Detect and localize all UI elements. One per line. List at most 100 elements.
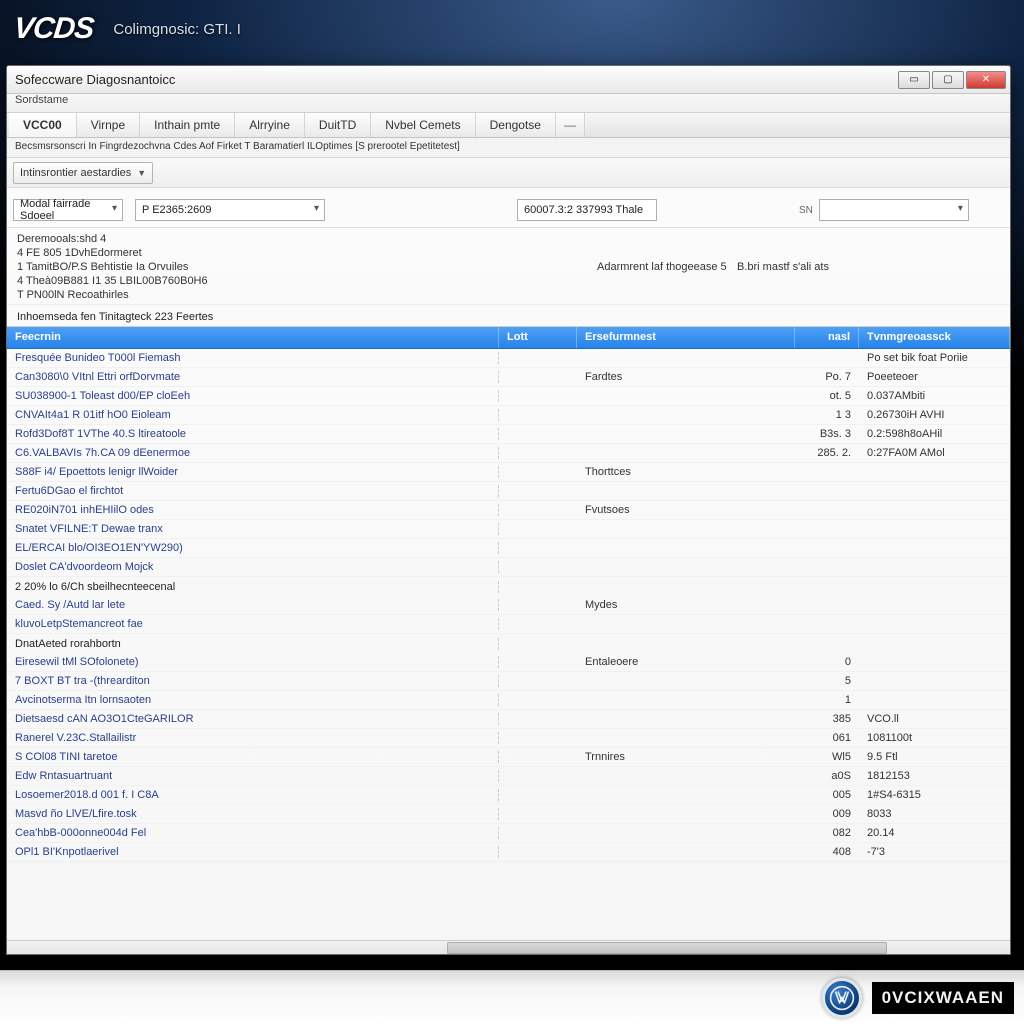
tab-duittd[interactable]: DuitTD — [305, 113, 371, 137]
cell-time: 1#S4-6315 — [859, 789, 1010, 801]
options-dropdown[interactable]: Intinsrontier aestardies ▼ — [13, 162, 153, 184]
cell-val: 005 — [795, 789, 859, 801]
table-row[interactable]: S88F i4/ Epoettots lenigr llWoiderThortt… — [7, 463, 1010, 482]
cell-name: Doslet CA'dvoordeom Mojck — [7, 561, 499, 573]
sn-field[interactable] — [819, 199, 969, 221]
table-row[interactable]: CNVAIt4a1 R 01itf hO0 Eioleam1 30.26730i… — [7, 406, 1010, 425]
tab-overflow[interactable]: — — [556, 113, 585, 137]
object-field[interactable]: 60007.3:2 337993 Thale — [517, 199, 657, 221]
cell-name: SU038900-1 Toleast d00/EP cloEeh — [7, 390, 499, 402]
table-row[interactable]: Losoemer2018.d 001 f. I C8A 0051#S4-6315 — [7, 786, 1010, 805]
table-row[interactable]: Eiresewil tMl SOfolonete) Entaleoere0 — [7, 653, 1010, 672]
table-row[interactable]: 7 BOXT BT tra -(threarditon5 — [7, 672, 1010, 691]
table-row[interactable]: Doslet CA'dvoordeom Mojck — [7, 558, 1010, 577]
cell-val: 0 — [795, 656, 859, 668]
table-row[interactable]: OPl1 BI'Knpotlaerivel408-7'3 — [7, 843, 1010, 862]
cell-name: kluvoLetpStemancreot fae — [7, 618, 499, 630]
code-field-value: P E2365:2609 — [142, 204, 212, 216]
cell-name: Avcinotserma Itn lornsaoten — [7, 694, 499, 706]
cell-desc: Entaleoere — [577, 656, 795, 668]
horizontal-scrollbar[interactable] — [7, 940, 1010, 954]
code-field[interactable]: P E2365:2609 — [135, 199, 325, 221]
cell-name: EL/ERCAI blo/OI3EO1EN'YW290) — [7, 542, 499, 554]
info-line-2: 1 TamitBO/P.S Behtistie Ia Orvuiles — [17, 261, 597, 273]
table-row[interactable]: Rofd3Dof8T 1VThe 40.S ltireatooleB3s. 30… — [7, 425, 1010, 444]
window-close-button[interactable]: ✕ — [966, 71, 1006, 89]
cell-name: Masvd ño LlVE/Lfire.tosk — [7, 808, 499, 820]
module-select[interactable]: Modal fairrade Sdoeel — [13, 199, 123, 221]
cell-name: Cea'hbB-000onne004d Fel — [7, 827, 499, 839]
table-row[interactable]: Masvd ño LlVE/Lfire.tosk 0098033 — [7, 805, 1010, 824]
cell-desc: Trnnires — [577, 751, 795, 763]
table-row[interactable]: Snatet VFILNE:T Dewae tranx — [7, 520, 1010, 539]
table-header: Feecrnin Lott Ersefurmnest nasl Tvnmgreo… — [7, 327, 1010, 349]
cell-val: 009 — [795, 808, 859, 820]
cell-val: 061 — [795, 732, 859, 744]
window-subtitle: Sordstame — [7, 94, 1010, 112]
table-row[interactable]: Can3080\0 VItnl Ettri orfDorvmate Fardtes… — [7, 368, 1010, 387]
table-body: Fresquée Bunideo T000l FiemashPo set bik… — [7, 349, 1010, 940]
cell-name: Eiresewil tMl SOfolonete) — [7, 656, 499, 668]
tab-virnpe[interactable]: Virnpe — [77, 113, 140, 137]
cell-name: Caed. Sy /Autd lar lete — [7, 599, 499, 611]
table-row[interactable]: kluvoLetpStemancreot fae — [7, 615, 1010, 634]
footer: 0VCIXWAAEN — [0, 970, 1024, 1024]
cell-time: VCO.ll — [859, 713, 1010, 725]
table-row[interactable]: Caed. Sy /Autd lar leteMydes — [7, 596, 1010, 615]
module-select-label: Modal fairrade Sdoeel — [20, 198, 102, 222]
tab-inthain[interactable]: Inthain pmte — [140, 113, 235, 137]
app-subtitle: Colimgnosic: GTI. I — [113, 21, 241, 38]
window-maximize-button[interactable]: ▢ — [932, 71, 964, 89]
cell-name: Edw Rntasuartruant — [7, 770, 499, 782]
app-logo: VCDS — [12, 12, 95, 46]
table-row[interactable]: C6.VALBAVIs 7h.CA 09 dEenermoe285. 2.0:2… — [7, 444, 1010, 463]
table-row[interactable]: Ranerel V.23C.Stallailistr 0611081100t — [7, 729, 1010, 748]
cell-val: 285. 2. — [795, 447, 859, 459]
info-line-2-mid: Adarmrent laf thogeease 5 — [597, 261, 737, 273]
toolbar: Intinsrontier aestardies ▼ — [7, 158, 1010, 188]
table-row[interactable]: Cea'hbB-000onne004d Fel08220.14 — [7, 824, 1010, 843]
cell-time: 0.2:598h8oAHil — [859, 428, 1010, 440]
table-row[interactable]: EL/ERCAI blo/OI3EO1EN'YW290) — [7, 539, 1010, 558]
col-desc[interactable]: Ersefurmnest — [577, 327, 795, 348]
cell-name: C6.VALBAVIs 7h.CA 09 dEenermoe — [7, 447, 499, 459]
scrollbar-thumb[interactable] — [447, 942, 887, 954]
cell-name: S COl08 TINI taretoe — [7, 751, 499, 763]
table-row[interactable]: Edw Rntasuartruanta0S1812153 — [7, 767, 1010, 786]
col-time[interactable]: Tvnmgreoassck — [859, 327, 1010, 348]
tab-nvbel[interactable]: Nvbel Cemets — [371, 113, 475, 137]
table-row[interactable]: SU038900-1 Toleast d00/EP cloEehot. 50.0… — [7, 387, 1010, 406]
vw-logo-icon — [822, 978, 862, 1018]
cell-time: 1081100t — [859, 732, 1010, 744]
table-row[interactable]: Fertu6DGao el firchtot — [7, 482, 1010, 501]
table-row[interactable]: Dietsaesd cAN AO3O1CteGARILOR385VCO.ll — [7, 710, 1010, 729]
col-val[interactable]: nasl — [795, 327, 859, 348]
cell-name: Dietsaesd cAN AO3O1CteGARILOR — [7, 713, 499, 725]
table-row[interactable]: Fresquée Bunideo T000l FiemashPo set bik… — [7, 349, 1010, 368]
cell-time: 20.14 — [859, 827, 1010, 839]
cell-name: Ranerel V.23C.Stallailistr — [7, 732, 499, 744]
tab-alrryine[interactable]: Alrryine — [235, 113, 305, 137]
table-row[interactable]: DnatAeted rorahbortn — [7, 634, 1010, 653]
info-block: Deremooals:shd 4 4 FE 805 1DvhEdormeret … — [7, 228, 1010, 305]
breadcrumb: Becsmsrsonscri In Fingrdezochvna Cdes Ao… — [7, 138, 1010, 158]
cell-name: 7 BOXT BT tra -(threarditon — [7, 675, 499, 687]
col-name[interactable]: Feecrnin — [7, 327, 499, 348]
main-window: Sofeccware Diagosnantoicc ▭ ▢ ✕ Sordstam… — [6, 65, 1011, 955]
cell-name: Losoemer2018.d 001 f. I C8A — [7, 789, 499, 801]
table-row[interactable]: 2 20% lo 6/Ch sbeilhecnteecenal — [7, 577, 1010, 596]
cell-name: Can3080\0 VItnl Ettri orfDorvmate — [7, 371, 499, 383]
table-row[interactable]: S COl08 TINI taretoeTrnniresWl59.5 Ftl — [7, 748, 1010, 767]
cell-val: a0S — [795, 770, 859, 782]
table-row[interactable]: Avcinotserma Itn lornsaoten1 — [7, 691, 1010, 710]
cell-time: 8033 — [859, 808, 1010, 820]
cell-name: Snatet VFILNE:T Dewae tranx — [7, 523, 499, 535]
cell-time: 0.26730iH AVHI — [859, 409, 1010, 421]
window-minimize-button[interactable]: ▭ — [898, 71, 930, 89]
tab-dengotse[interactable]: Dengotse — [476, 113, 556, 137]
cell-desc: Fardtes — [577, 371, 795, 383]
col-unit[interactable]: Lott — [499, 327, 577, 348]
cell-val: 1 3 — [795, 409, 859, 421]
table-row[interactable]: RE020iN701 inhEHIilO odesFvutsoes — [7, 501, 1010, 520]
tab-vcc00[interactable]: VCC00 — [9, 113, 77, 137]
